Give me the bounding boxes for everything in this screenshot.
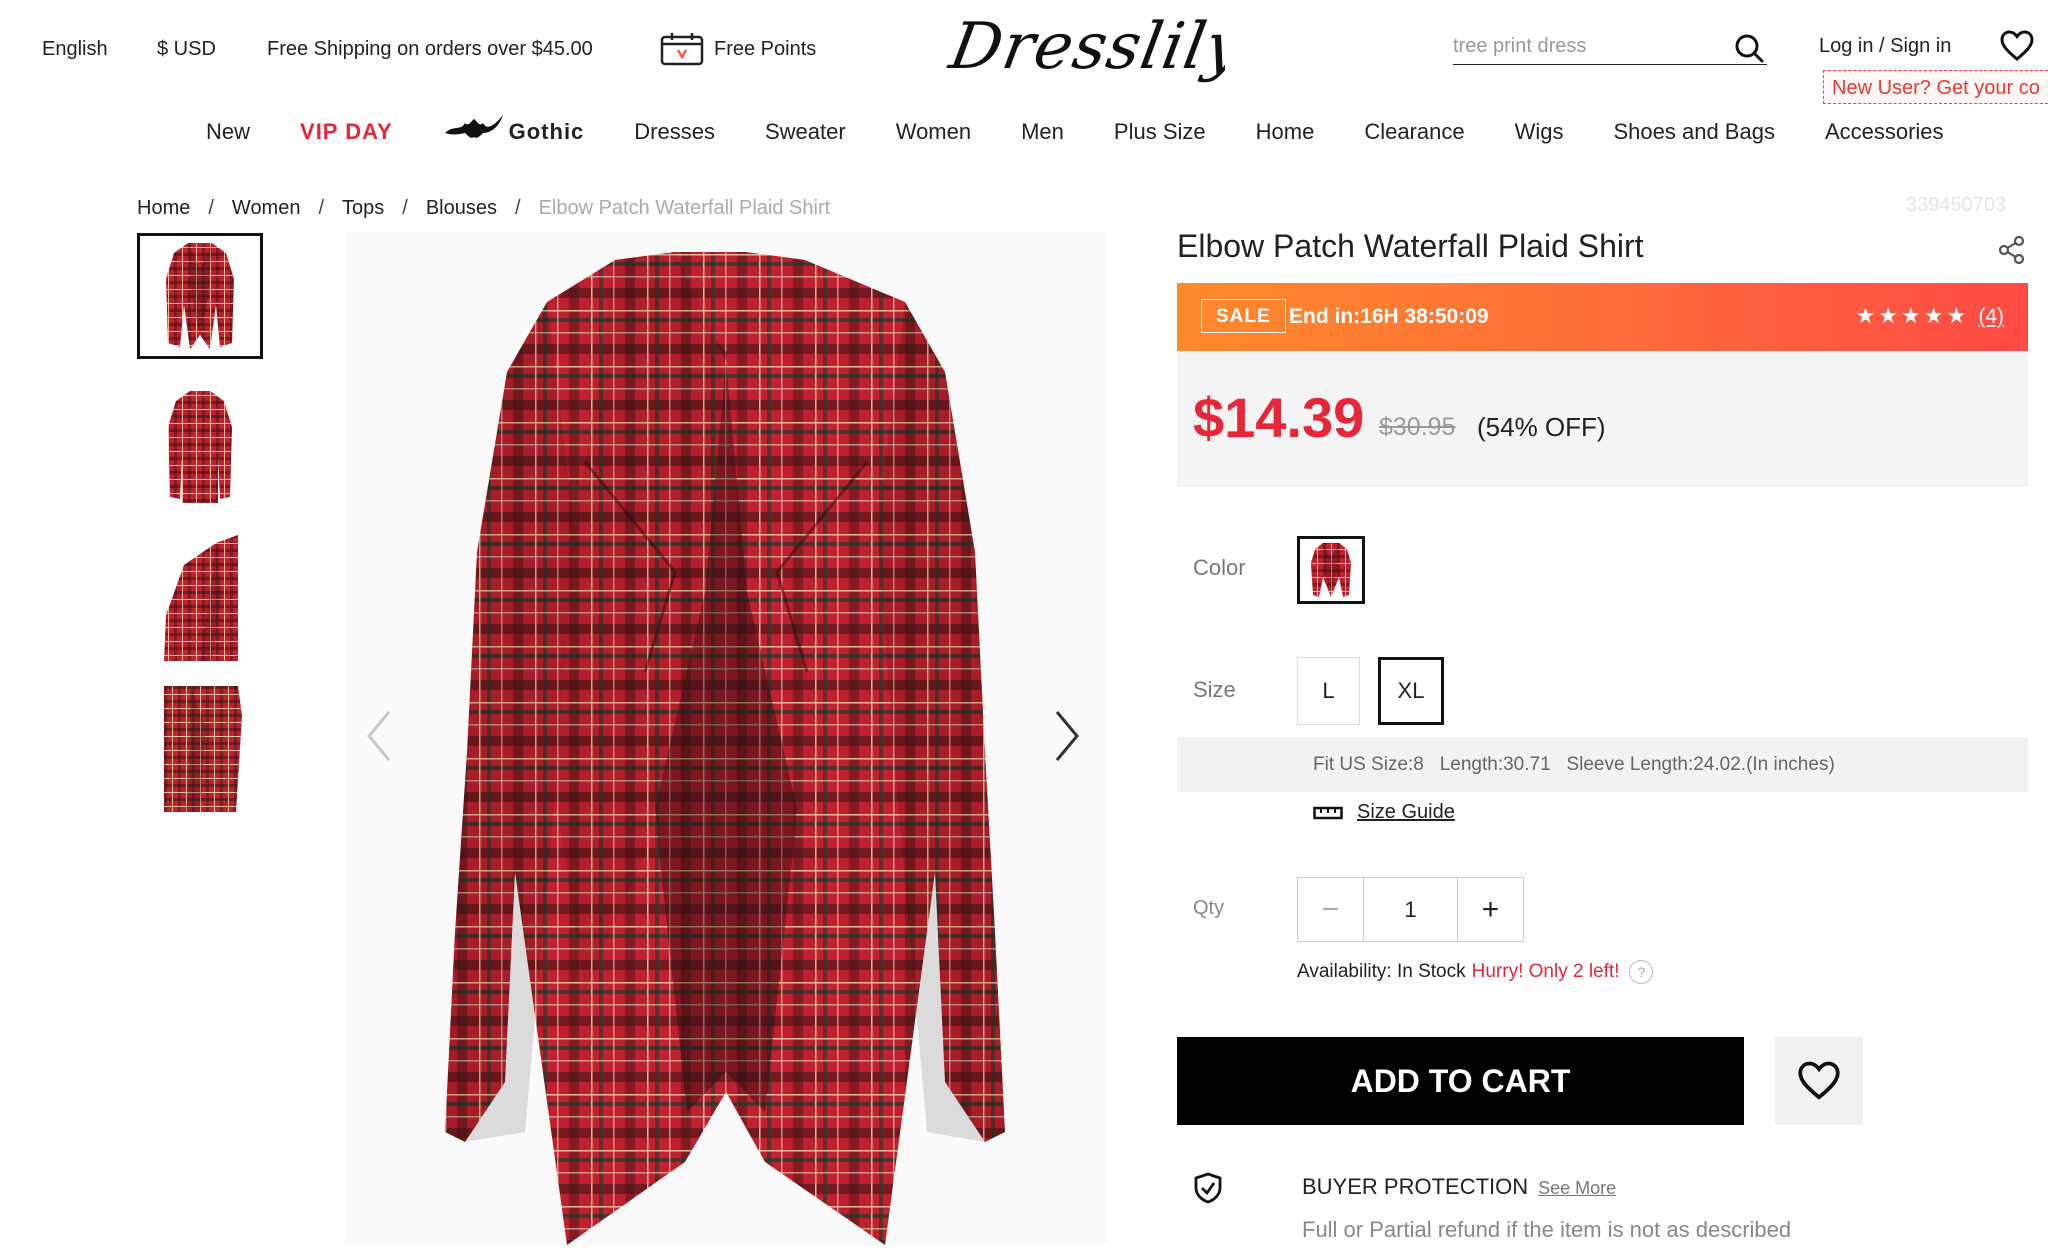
nav-item-home[interactable]: Home — [1256, 119, 1315, 145]
breadcrumb-current: Elbow Patch Waterfall Plaid Shirt — [538, 197, 831, 219]
add-to-wishlist-button[interactable] — [1775, 1037, 1863, 1125]
size-option-l[interactable]: L — [1297, 657, 1360, 725]
breadcrumb: Home / Women / Tops / Blouses / Elbow Pa… — [137, 197, 830, 220]
qty-increase-button[interactable]: + — [1458, 878, 1523, 941]
nav-item-gothic-label: Gothic — [508, 119, 585, 144]
free-points-link[interactable]: Free Points — [714, 38, 816, 61]
original-price: $30.95 — [1379, 413, 1456, 441]
language-selector[interactable]: English — [42, 38, 108, 61]
sale-countdown: End in:16H 38:50:09 — [1289, 305, 1489, 328]
search-icon[interactable] — [1733, 32, 1765, 64]
heart-icon — [1797, 1061, 1841, 1101]
thumbnail-jacket-back — [168, 391, 232, 503]
thumbnail-3[interactable] — [137, 535, 263, 661]
thumbnail-2[interactable] — [137, 384, 263, 510]
search-bar[interactable] — [1453, 30, 1767, 65]
breadcrumb-blouses[interactable]: Blouses — [426, 197, 497, 220]
logo-text: Dresslily — [945, 10, 1225, 84]
shield-icon — [1193, 1172, 1223, 1204]
breadcrumb-women[interactable]: Women — [232, 197, 301, 220]
stock-warning: Hurry! Only 2 left! — [1471, 961, 1620, 982]
thumbnail-1[interactable] — [137, 233, 263, 359]
thumbnail-jacket-detail — [164, 686, 242, 812]
nav-item-men[interactable]: Men — [1021, 119, 1064, 145]
breadcrumb-separator: / — [208, 197, 214, 219]
breadcrumb-separator: / — [515, 197, 521, 219]
add-to-cart-button[interactable]: ADD TO CART — [1177, 1037, 1744, 1125]
nav-item-plus-size[interactable]: Plus Size — [1114, 119, 1206, 145]
shipping-notice: Free Shipping on orders over $45.00 — [267, 38, 593, 60]
site-logo[interactable]: Dresslily — [945, 4, 1225, 100]
size-guide-link[interactable]: Size Guide — [1313, 801, 1455, 824]
nav-item-gothic[interactable]: Gothic — [443, 115, 585, 145]
review-count[interactable]: (4) — [1978, 305, 2004, 328]
sale-banner: SALE End in:16H 38:50:09 ★★★★★ (4) — [1177, 283, 2028, 351]
fit-info-text: Fit US Size:8 Length:30.71 Sleeve Length… — [1313, 754, 1835, 775]
share-icon[interactable] — [1998, 236, 2026, 264]
see-more-link[interactable]: See More — [1538, 1178, 1616, 1199]
fit-info: Fit US Size:8 Length:30.71 Sleeve Length… — [1177, 737, 2028, 792]
ruler-icon — [1313, 805, 1343, 821]
breadcrumb-tops[interactable]: Tops — [342, 197, 384, 220]
qty-label: Qty — [1193, 897, 1225, 919]
nav-item-vip-day[interactable]: VIP DAY — [300, 119, 393, 145]
thumbnail-4[interactable] — [137, 686, 263, 812]
swatch-jacket-image — [1311, 543, 1351, 597]
color-label: Color — [1193, 555, 1246, 580]
availability: Availability: In Stock Hurry! Only 2 lef… — [1297, 960, 1654, 984]
buyer-protection: BUYER PROTECTION See More — [1302, 1174, 1616, 1200]
main-nav: New VIP DAY Gothic Dresses Sweater Women… — [206, 112, 1944, 152]
color-swatch[interactable] — [1297, 536, 1365, 604]
help-icon[interactable]: ? — [1629, 960, 1654, 984]
calendar-gift-icon[interactable] — [660, 32, 704, 66]
wishlist-heart-icon[interactable] — [2000, 30, 2034, 62]
thumbnail-jacket-front — [166, 243, 234, 349]
qty-value[interactable]: 1 — [1364, 878, 1458, 941]
search-input[interactable] — [1453, 30, 1723, 62]
rating-stars[interactable]: ★★★★★ (4) — [1856, 303, 2004, 329]
nav-item-sweater[interactable]: Sweater — [765, 119, 846, 145]
current-price: $14.39 — [1193, 386, 1365, 449]
size-option-xl[interactable]: XL — [1378, 657, 1444, 725]
product-sku: 339450703 — [1906, 194, 2007, 216]
nav-item-clearance[interactable]: Clearance — [1364, 119, 1464, 145]
nav-item-dresses[interactable]: Dresses — [634, 119, 715, 145]
availability-label: Availability: In Stock — [1297, 961, 1466, 982]
currency-selector[interactable]: $ USD — [157, 38, 216, 61]
login-link[interactable]: Log in / Sign in — [1819, 35, 1951, 58]
sale-badge: SALE — [1201, 299, 1286, 333]
nav-item-wigs[interactable]: Wigs — [1515, 119, 1564, 145]
nav-item-accessories[interactable]: Accessories — [1825, 119, 1944, 145]
buyer-protection-description: Full or Partial refund if the item is no… — [1302, 1217, 1792, 1242]
thumbnail-jacket-side — [164, 535, 238, 661]
nav-item-new[interactable]: New — [206, 119, 250, 145]
bat-icon — [443, 111, 505, 141]
discount-percent: (54% OFF) — [1477, 412, 1606, 442]
new-user-promo[interactable]: New User? Get your co — [1823, 70, 2048, 104]
product-title: Elbow Patch Waterfall Plaid Shirt — [1177, 228, 1644, 264]
nav-item-women[interactable]: Women — [896, 119, 971, 145]
qty-decrease-button[interactable]: − — [1298, 878, 1364, 941]
next-image-arrow[interactable] — [1053, 710, 1081, 772]
size-label: Size — [1193, 677, 1236, 702]
breadcrumb-separator: / — [318, 197, 325, 219]
size-guide-label: Size Guide — [1357, 801, 1455, 823]
breadcrumb-separator: / — [402, 197, 408, 219]
breadcrumb-home[interactable]: Home — [137, 197, 190, 220]
jacket-illustration — [445, 252, 1005, 1245]
star-icon: ★★★★★ — [1855, 303, 1970, 328]
buyer-protection-title: BUYER PROTECTION — [1302, 1174, 1529, 1199]
nav-item-shoes-and-bags[interactable]: Shoes and Bags — [1613, 119, 1774, 145]
quantity-stepper[interactable]: − 1 + — [1297, 877, 1524, 942]
product-main-image[interactable] — [345, 232, 1107, 1245]
price-box: $14.39 $30.95 (54% OFF) — [1177, 351, 2028, 487]
prev-image-arrow[interactable] — [365, 710, 393, 772]
